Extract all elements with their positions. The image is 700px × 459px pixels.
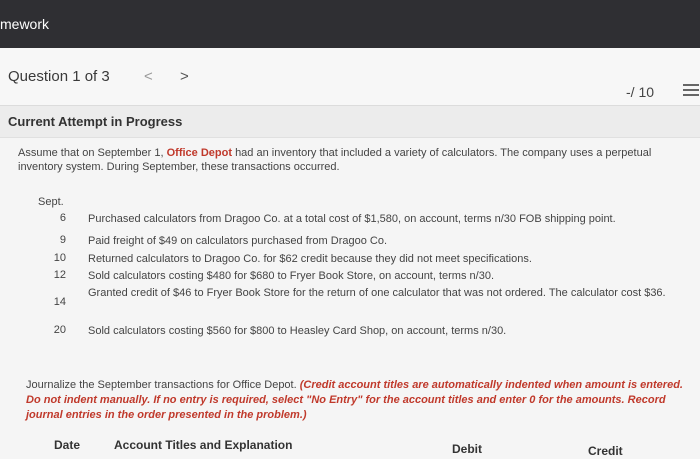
intro-text-before: Assume that on September 1,: [18, 147, 164, 159]
transaction-day: 14: [53, 296, 66, 308]
question-list-icon[interactable]: [683, 84, 699, 98]
transaction-text: Paid freight of $49 on calculators purch…: [88, 235, 387, 247]
transaction-text: Sold calculators costing $480 for $680 t…: [88, 270, 494, 282]
previous-question-icon[interactable]: <: [144, 68, 153, 85]
column-header-account: Account Titles and Explanation: [114, 438, 293, 452]
transaction-day: 10: [53, 252, 66, 264]
transaction-day: 12: [53, 269, 66, 281]
attempt-title: Current Attempt in Progress: [8, 114, 183, 129]
transaction-text: Returned calculators to Dragoo Co. for $…: [88, 253, 532, 265]
question-label: Question 1 of 3: [8, 68, 110, 85]
transaction-day: 6: [59, 212, 66, 224]
app-title: mework: [0, 16, 50, 32]
column-header-credit: Credit: [588, 444, 623, 458]
top-bar: mework: [0, 0, 700, 48]
transaction-text: Sold calculators costing $560 for $800 t…: [88, 325, 507, 337]
problem-content: Assume that on September 1, Office Depot…: [0, 138, 700, 459]
problem-intro: Assume that on September 1, Office Depot…: [18, 146, 688, 174]
month-label: Sept.: [38, 196, 64, 208]
transaction-day: 20: [53, 324, 66, 336]
transaction-text: Purchased calculators from Dragoo Co. at…: [88, 213, 616, 225]
transaction-text: Granted credit of $46 to Fryer Book Stor…: [88, 287, 666, 299]
company-name: Office Depot: [166, 147, 232, 159]
column-header-date: Date: [54, 438, 81, 452]
instruction-text: Journalize the September transactions fo…: [26, 379, 297, 391]
instructions: Journalize the September transactions fo…: [26, 378, 686, 423]
question-navigation: Question 1 of 3 < > -/ 10: [0, 48, 700, 106]
journal-table-header: Date Account Titles and Explanation Debi…: [0, 434, 700, 459]
transaction-day: 9: [59, 234, 66, 246]
attempt-header: Current Attempt in Progress: [0, 106, 700, 138]
next-question-icon[interactable]: >: [180, 68, 189, 85]
column-header-debit: Debit: [452, 442, 482, 456]
score-display: -/ 10: [626, 84, 655, 100]
